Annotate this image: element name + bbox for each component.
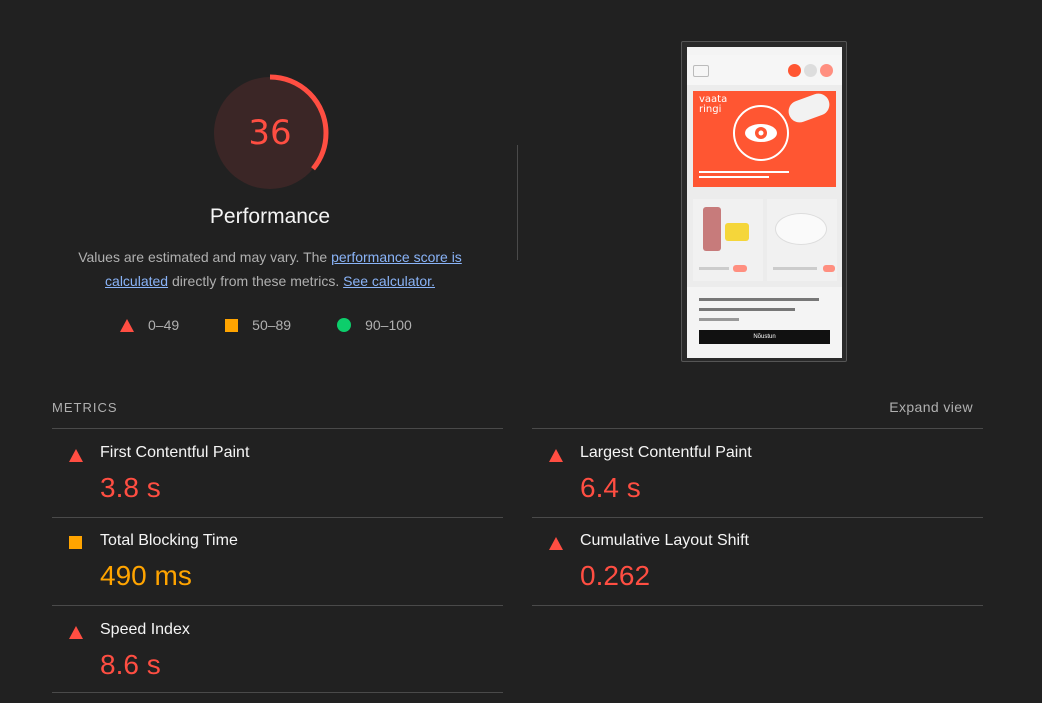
metric-value: 8.6 s — [100, 649, 161, 680]
hero-banner: vaata ringi — [693, 90, 836, 187]
metric-cumulative-layout-shift: Cumulative Layout Shift 0.262 — [532, 517, 983, 605]
cookie-text — [699, 308, 795, 311]
legend-average: 50–89 — [225, 317, 291, 333]
price-badge — [733, 265, 747, 272]
product-label — [699, 267, 729, 270]
hero-caption — [699, 171, 794, 181]
screenshot-screen: vaata ringi Nõustun — [687, 47, 842, 358]
metric-value: 6.4 s — [580, 472, 641, 503]
divider — [52, 692, 503, 693]
metrics-heading: METRICS — [52, 400, 118, 415]
price-badge — [823, 265, 835, 272]
status-bar — [687, 47, 842, 55]
see-calculator-link[interactable]: See calculator. — [343, 273, 435, 289]
metric-speed-index: Speed Index 8.6 s — [52, 606, 503, 694]
performance-score: 36 — [248, 113, 292, 153]
metric-name: Cumulative Layout Shift — [580, 532, 749, 549]
cookie-accept-label: Nõustun — [753, 334, 776, 340]
hero-title-line: ringi — [699, 104, 722, 115]
metric-total-blocking-time: Total Blocking Time 490 ms — [52, 517, 503, 605]
cookie-text — [699, 298, 819, 301]
metric-name: Total Blocking Time — [100, 532, 238, 549]
metric-value: 3.8 s — [100, 472, 161, 503]
legend-label: 90–100 — [365, 317, 412, 333]
legend-pass: 90–100 — [337, 317, 412, 333]
legend-label: 50–89 — [252, 317, 292, 333]
robot-vacuum-image — [775, 213, 827, 245]
eye-icon — [733, 105, 789, 161]
metric-value: 490 ms — [100, 560, 192, 591]
metric-name: Speed Index — [100, 621, 190, 638]
expand-view-toggle[interactable]: Expand view — [889, 399, 973, 415]
menu-icon — [693, 65, 709, 77]
metric-name: Largest Contentful Paint — [580, 444, 752, 461]
vertical-divider — [517, 145, 518, 260]
boots-image — [703, 207, 721, 251]
triangle-icon — [120, 318, 134, 332]
fail-triangle-icon — [69, 449, 83, 462]
product-label — [773, 267, 817, 270]
average-square-icon — [69, 536, 82, 549]
performance-gauge: 36 — [210, 73, 330, 193]
product-image — [785, 90, 833, 126]
fail-triangle-icon — [549, 537, 563, 550]
favorite-icon — [804, 64, 817, 77]
square-icon — [225, 318, 239, 332]
legend-fail: 0–49 — [120, 317, 179, 333]
circle-icon — [337, 318, 352, 332]
cookie-banner: Nõustun — [687, 287, 842, 358]
metric-value: 0.262 — [580, 560, 651, 591]
shoes-image — [725, 223, 749, 241]
fail-triangle-icon — [549, 449, 563, 462]
cookie-link — [699, 318, 739, 321]
metric-name: First Contentful Paint — [100, 444, 250, 461]
cookie-accept-button: Nõustun — [699, 330, 830, 344]
divider — [532, 605, 983, 606]
description-text: Values are estimated and may vary. The — [78, 249, 332, 265]
hero-title: vaata ringi — [699, 95, 727, 115]
cart-icon — [820, 64, 833, 77]
score-legend: 0–49 50–89 90–100 — [120, 317, 458, 333]
performance-description: Values are estimated and may vary. The p… — [60, 245, 480, 293]
metric-first-contentful-paint: First Contentful Paint 3.8 s — [52, 429, 503, 517]
final-screenshot[interactable]: vaata ringi Nõustun — [681, 41, 847, 362]
performance-title: Performance — [209, 205, 331, 228]
description-text-middle: directly from these metrics. — [168, 273, 344, 289]
user-icon — [788, 64, 801, 77]
legend-label: 0–49 — [148, 317, 180, 333]
product-tile — [693, 199, 763, 281]
metric-largest-contentful-paint: Largest Contentful Paint 6.4 s — [532, 429, 983, 517]
site-header — [687, 55, 842, 85]
product-tile — [767, 199, 837, 281]
fail-triangle-icon — [69, 626, 83, 639]
